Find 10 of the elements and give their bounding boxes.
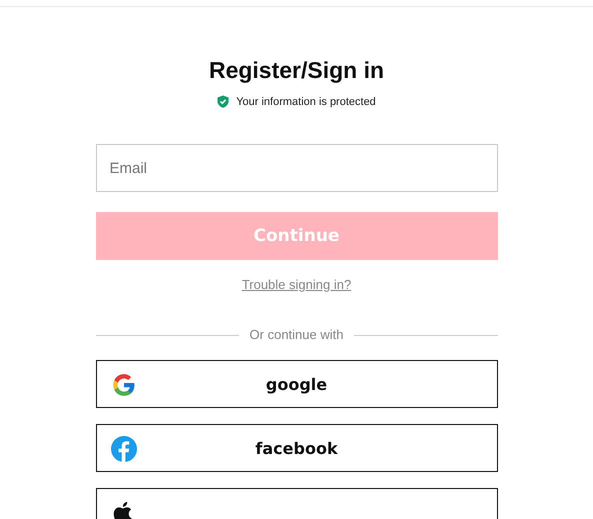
facebook-icon bbox=[110, 436, 136, 462]
divider-label: Or continue with bbox=[250, 327, 344, 343]
shield-check-icon bbox=[217, 95, 230, 108]
google-icon bbox=[110, 372, 136, 398]
facebook-sign-in-button[interactable]: facebook bbox=[96, 424, 498, 472]
security-note: Your information is protected bbox=[236, 96, 376, 108]
trouble-signing-in-link[interactable]: Trouble signing in? bbox=[242, 277, 352, 293]
google-sign-in-button[interactable]: google bbox=[96, 360, 498, 408]
page-title: Register/Sign in bbox=[208, 56, 384, 85]
email-field[interactable]: Email bbox=[96, 144, 498, 192]
